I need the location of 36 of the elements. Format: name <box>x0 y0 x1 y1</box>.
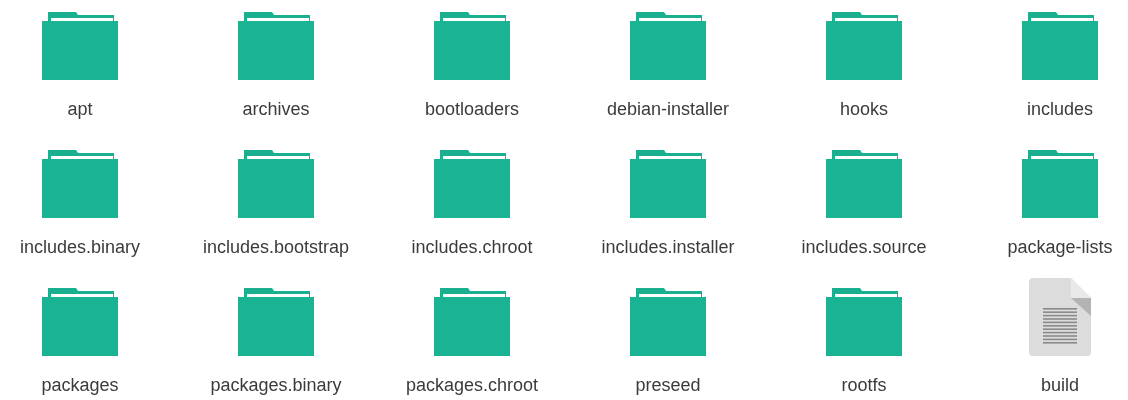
folder-icon[interactable] <box>1022 12 1098 80</box>
folder-icon[interactable] <box>826 150 902 218</box>
file-name: includes.installer <box>601 236 735 258</box>
folder-icon[interactable] <box>1022 150 1098 218</box>
file-name: includes.bootstrap <box>202 236 350 258</box>
folder-icon[interactable] <box>630 288 706 356</box>
folder-icon[interactable] <box>42 12 118 80</box>
document-icon[interactable] <box>1029 278 1091 356</box>
file-name: package-lists <box>1007 236 1113 258</box>
folder-icon[interactable] <box>42 150 118 218</box>
folder-icon[interactable] <box>42 288 118 356</box>
folder-icon[interactable] <box>238 12 314 80</box>
folder-icon[interactable] <box>630 150 706 218</box>
file-name: rootfs <box>841 374 887 396</box>
folder-icon[interactable] <box>238 288 314 356</box>
file-name: includes <box>1026 98 1093 120</box>
file-name: packages <box>41 374 119 396</box>
folder-icon[interactable] <box>630 12 706 80</box>
file-name: bootloaders <box>424 98 520 120</box>
folder-icon[interactable] <box>826 288 902 356</box>
file-name: includes.binary <box>19 236 141 258</box>
file-name: preseed <box>635 374 701 396</box>
file-name: hooks <box>839 98 888 120</box>
file-name: packages.chroot <box>405 374 539 396</box>
folder-icon[interactable] <box>434 288 510 356</box>
file-name: includes.chroot <box>411 236 533 258</box>
file-name: archives <box>242 98 310 120</box>
folder-icon[interactable] <box>826 12 902 80</box>
folder-icon[interactable] <box>238 150 314 218</box>
folder-icon[interactable] <box>434 12 510 80</box>
file-name: includes.source <box>801 236 927 258</box>
file-name: build <box>1041 374 1079 396</box>
file-name: apt <box>67 98 93 120</box>
file-name: debian-installer <box>606 98 730 120</box>
file-name: packages.binary <box>210 374 342 396</box>
folder-icon[interactable] <box>434 150 510 218</box>
